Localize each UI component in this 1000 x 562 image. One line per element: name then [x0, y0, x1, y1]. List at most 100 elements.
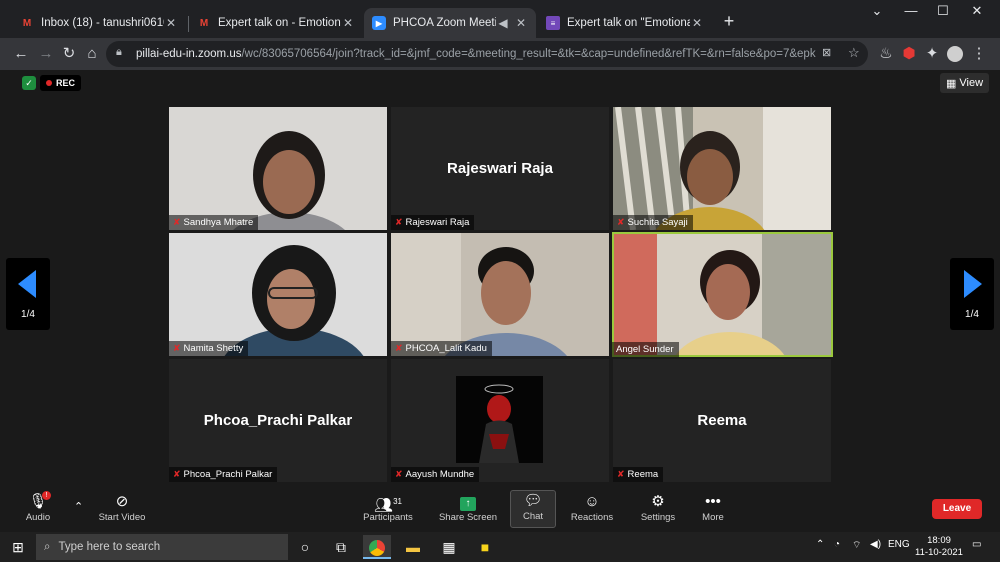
cortana-icon[interactable]: ○: [291, 535, 319, 559]
start-video-label: Start Video: [98, 512, 146, 523]
share-screen-button[interactable]: ↑ Share Screen: [438, 492, 498, 528]
right-arrow-icon: [964, 270, 982, 298]
chat-button[interactable]: 💬︎ Chat: [510, 490, 556, 528]
maximize-button[interactable]: ☐: [928, 3, 958, 19]
tab-title: Inbox (18) - tanushri0610@gmail.com: [41, 17, 164, 29]
wifi-icon[interactable]: ⌔: [852, 539, 861, 552]
participants-button[interactable]: 👥︎31 Participants: [358, 492, 418, 528]
close-tab-icon[interactable]: ✕: [514, 16, 528, 30]
participant-name-label: ✘ Aayush Mundhe: [391, 467, 480, 482]
tab-title: Expert talk on - Emotional Well-Being: [218, 17, 341, 29]
tab-search-chevron-icon[interactable]: ⌄: [862, 3, 892, 19]
participant-tile[interactable]: Reema ✘ Reema: [613, 359, 831, 482]
windows-start-icon[interactable]: ⊞: [4, 535, 32, 559]
gmail-icon: M: [199, 17, 209, 29]
browser-tab-strip: M Inbox (18) - tanushri0610@gmail.com ✕ …: [0, 0, 1000, 38]
participant-name-label: ✘ Suchita Sayaji: [613, 215, 693, 230]
chrome-menu-icon[interactable]: ⋮: [969, 45, 989, 63]
muted-mic-icon: ✘: [395, 343, 403, 353]
participant-name-label: ✘ Reema: [613, 467, 664, 482]
participant-tile[interactable]: ✘ Sandhya Mhatre: [169, 107, 387, 230]
active-speaker-tile[interactable]: Angel Sunder: [612, 232, 833, 357]
rec-label: REC: [56, 78, 76, 88]
participant-name-label: ✘ Namita Shetty: [169, 341, 249, 356]
chrome-taskbar-icon[interactable]: [363, 535, 391, 559]
tab-expert-talk-mail[interactable]: M Expert talk on - Emotional Well-Being …: [189, 8, 363, 38]
participant-tile[interactable]: ✘ Suchita Sayaji: [613, 107, 831, 230]
participants-label: Participants: [363, 512, 413, 523]
blocked-popup-icon[interactable]: ⊠: [822, 46, 831, 59]
audio-button[interactable]: 🎙︎! Audio: [8, 491, 68, 528]
muted-mic-icon: ✘: [173, 343, 181, 353]
view-button[interactable]: ▦ View: [940, 73, 990, 93]
smiley-icon: ☺: [584, 493, 600, 510]
speaker-icon[interactable]: ◀: [496, 16, 510, 30]
participant-video: [169, 107, 387, 230]
participant-tile[interactable]: Phcoa_Prachi Palkar ✘ Phcoa_Prachi Palkar: [169, 359, 387, 482]
video-off-icon: ⊘: [115, 493, 129, 510]
more-label: More: [702, 512, 724, 523]
language-indicator[interactable]: ENG: [888, 539, 910, 550]
participant-name-label: ✘ Phcoa_Prachi Palkar: [169, 467, 278, 482]
reload-icon[interactable]: ↻: [59, 45, 79, 63]
profile-picture: [391, 359, 609, 482]
minimize-button[interactable]: —: [896, 3, 926, 18]
calculator-icon[interactable]: ▦: [435, 535, 463, 559]
extensions-puzzle-icon[interactable]: ✦: [922, 45, 942, 63]
close-tab-icon[interactable]: ✕: [341, 16, 355, 30]
home-icon[interactable]: ⌂: [82, 45, 102, 63]
security-shield-icon[interactable]: ✓: [22, 76, 36, 90]
grid-icon: ▦: [946, 77, 957, 90]
tray-chevron-icon[interactable]: ⌃: [816, 539, 824, 550]
sticky-notes-icon[interactable]: ■: [471, 535, 499, 559]
participant-tile[interactable]: ✘ Namita Shetty: [169, 233, 387, 356]
bookmark-star-icon[interactable]: ☆: [848, 45, 860, 61]
page-indicator: 1/4: [21, 309, 35, 320]
gmail-icon: M: [22, 17, 32, 29]
tab-zoom-meeting[interactable]: ▶ PHCOA Zoom Meeting ◀ ✕: [364, 8, 536, 38]
muted-mic-icon: ✘: [617, 469, 625, 479]
extension-shield-icon[interactable]: ⬢: [899, 45, 919, 63]
volume-icon[interactable]: ◀): [870, 539, 881, 550]
zoom-meeting-area: ✓ REC ▦ View 1/4 1/4 ✘ Sandhya Mhatre Raje…: [0, 70, 1000, 490]
profile-avatar[interactable]: [947, 46, 963, 62]
taskbar-search-box[interactable]: ⌕ Type here to search: [36, 534, 288, 560]
clock-time: 18:09: [927, 535, 951, 546]
record-dot-icon: [46, 80, 52, 86]
audio-options-chevron-icon[interactable]: ⌃: [74, 500, 83, 513]
new-tab-button[interactable]: +: [719, 11, 739, 32]
browser-toolbar: ← → ↻ ⌂ 🔒︎ pillai-edu-in.zoom.us/wc/8306…: [0, 38, 1000, 70]
notifications-icon[interactable]: ▭: [972, 539, 981, 550]
participant-tile[interactable]: Rajeswari Raja ✘ Rajeswari Raja: [391, 107, 609, 230]
search-icon: ⌕: [44, 540, 51, 553]
settings-button[interactable]: ⚙ Settings: [628, 492, 688, 528]
reactions-label: Reactions: [570, 512, 614, 523]
close-tab-icon[interactable]: ✕: [690, 16, 704, 30]
network-icon[interactable]: ◔: [834, 539, 840, 550]
close-window-button[interactable]: ✕: [962, 3, 992, 19]
clock[interactable]: 18:09 11-10-2021: [914, 535, 964, 559]
participant-tile[interactable]: ✘ PHCOA_Lalit Kadu: [391, 233, 609, 356]
share-screen-icon: ↑: [438, 492, 498, 512]
participant-tile[interactable]: ✘ Aayush Mundhe: [391, 359, 609, 482]
muted-mic-icon: ✘: [173, 217, 181, 227]
participant-name-label: ✘ PHCOA_Lalit Kadu: [391, 341, 492, 356]
tab-gmail-inbox[interactable]: M Inbox (18) - tanushri0610@gmail.com ✕: [12, 8, 186, 38]
task-view-icon[interactable]: ⧉: [327, 535, 355, 559]
back-arrow-icon[interactable]: ←: [11, 45, 31, 63]
tab-expert-talk-form[interactable]: ≡ Expert talk on "Emotional Well-Being" …: [538, 8, 712, 38]
next-page-button[interactable]: 1/4: [950, 258, 994, 330]
previous-page-button[interactable]: 1/4: [6, 258, 50, 330]
close-tab-icon[interactable]: ✕: [164, 16, 178, 30]
extension-bulb-icon[interactable]: ♨: [876, 45, 896, 63]
more-button[interactable]: ••• More: [683, 492, 743, 528]
forward-arrow-icon[interactable]: →: [36, 45, 56, 63]
participant-name-label: ✘ Rajeswari Raja: [391, 215, 475, 230]
address-bar[interactable]: 🔒︎ pillai-edu-in.zoom.us/wc/83065706564/…: [106, 41, 868, 67]
forms-icon: ≡: [546, 16, 560, 30]
leave-button[interactable]: Leave: [932, 499, 982, 519]
muted-mic-icon: ✘: [173, 469, 181, 479]
file-explorer-icon[interactable]: ▬: [399, 535, 427, 559]
reactions-button[interactable]: ☺ Reactions: [562, 492, 622, 528]
start-video-button[interactable]: ⊘ Start Video: [92, 492, 152, 528]
